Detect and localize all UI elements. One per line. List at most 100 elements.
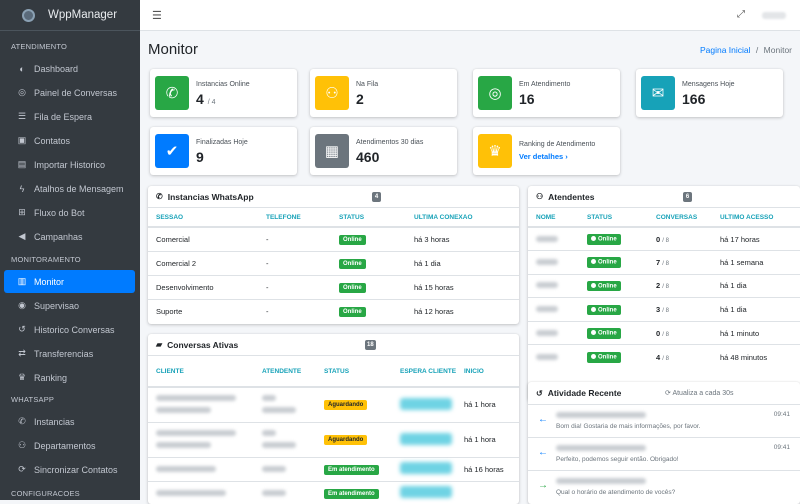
stat-number: 4 xyxy=(196,91,204,107)
agents-count-badge: 6 xyxy=(683,192,692,202)
active-conversations-title: Conversas Ativas xyxy=(167,339,239,350)
incoming-arrow-icon: ← xyxy=(538,414,548,425)
chevron-right-icon: › xyxy=(565,152,568,161)
sidebar-item-instancias[interactable]: ✆ Instancias xyxy=(4,410,135,433)
page-title: Monitor xyxy=(148,41,199,58)
status-badge: Aguardando xyxy=(324,400,368,411)
stat-na-fila: ⚇ Na Fila 2 xyxy=(310,69,457,117)
phone: - xyxy=(266,250,339,275)
conversation-max: / 8 xyxy=(662,260,669,267)
brand-logo-icon xyxy=(22,8,35,22)
table-row: Online 0 / 8 há 17 horas xyxy=(528,226,800,251)
redacted-client-sub xyxy=(156,407,211,414)
status-cell: Online xyxy=(339,274,414,299)
online-dot-icon xyxy=(591,306,596,312)
breadcrumb-home-link[interactable]: Pagina Inicial xyxy=(700,45,751,55)
sidebar-item-campanhas[interactable]: ◀ Campanhas xyxy=(4,225,135,248)
stat-em-atendimento: ◎ Em Atendimento 16 xyxy=(473,69,620,117)
recent-activity-title: Atividade Recente xyxy=(547,388,622,398)
status-cell: Online xyxy=(339,298,414,323)
ver-detalhes-link[interactable]: Ver detalhes › xyxy=(519,152,568,161)
whatsapp-icon: ✆ xyxy=(18,416,26,426)
sidebar-item-monitor[interactable]: ▥ Monitor xyxy=(4,270,135,293)
sidebar-item-fluxo-do-bot[interactable]: ⊞ Fluxo do Bot xyxy=(4,201,135,224)
redacted-name xyxy=(536,306,558,313)
column-header: CONVERSAS xyxy=(656,208,720,228)
status-cell: Online xyxy=(339,226,414,251)
fullscreen-icon[interactable]: ⤢ xyxy=(737,9,745,20)
sidebar-item-contatos[interactable]: ▣ Contatos xyxy=(4,129,135,152)
activity-item[interactable]: ← 09:41 Bom dia! Gostaria de mais inform… xyxy=(528,404,800,437)
stat-instancias-online: ✆ Instancias Online 4 / 4 xyxy=(150,69,297,117)
sidebar-item-importar-historico[interactable]: ▤ Importar Historico xyxy=(4,153,135,176)
sidebar-item-transferencias[interactable]: ⇄ Transferencias xyxy=(4,342,135,365)
redacted-agent-sub xyxy=(262,407,296,414)
stat-label: Instancias Online xyxy=(196,81,250,88)
status-label: Online xyxy=(598,283,617,290)
column-header: NOME xyxy=(528,208,587,228)
envelope-icon: ✉ xyxy=(641,76,675,110)
sidebar-item-historico-conversas[interactable]: ↺ Historico Conversas xyxy=(4,318,135,341)
list-icon: ☰ xyxy=(17,111,27,121)
check-circle-icon: ✔ xyxy=(155,134,189,168)
wait-cell xyxy=(400,480,464,504)
user-menu[interactable] xyxy=(762,12,786,19)
active-conversations-table: CLIENTE ATENDENTE STATUS ESPERA CLIENTE … xyxy=(148,356,519,504)
sidebar-item-painel-de-conversas[interactable]: ◎ Painel de Conversas xyxy=(4,81,135,104)
conversations-cell: 7 / 8 xyxy=(656,250,720,275)
sidebar-item-departamentos[interactable]: ⚇ Departamentos xyxy=(4,434,135,457)
agent-cell xyxy=(262,456,324,481)
menu-toggle-icon[interactable]: ☰ xyxy=(152,9,162,22)
redacted-wait xyxy=(400,486,452,499)
stat-label: Mensagens Hoje xyxy=(682,81,735,88)
sitemap-icon: ⊞ xyxy=(18,207,26,217)
activity-item[interactable]: ← 09:41 Perfeito, podemos seguir então. … xyxy=(528,437,800,470)
online-dot-icon xyxy=(591,282,596,288)
active-conversations-card: ▰ Conversas Ativas 18 CLIENTE ATENDENTE … xyxy=(148,334,519,504)
status-badge: Online xyxy=(339,234,366,245)
status-badge: Online xyxy=(339,258,366,269)
sidebar-item-fila-de-espera[interactable]: ☰ Fila de Espera xyxy=(4,105,135,128)
conversation-count: 2 xyxy=(656,281,661,291)
sidebar-section-monitoramento: MONITORAMENTO xyxy=(11,255,81,264)
agent-name xyxy=(528,273,587,298)
stat-atendimentos-30-dias: ▦ Atendimentos 30 dias 460 xyxy=(310,127,457,175)
stat-mensagens-hoje: ✉ Mensagens Hoje 166 xyxy=(636,69,783,117)
conversations-cell: 0 / 8 xyxy=(656,226,720,251)
bolt-icon: ϟ xyxy=(19,183,25,194)
conversations-cell: 4 / 8 xyxy=(656,344,720,369)
sidebar-item-sincronizar-contatos[interactable]: ⟳ Sincronizar Contatos xyxy=(4,458,135,481)
activity-item[interactable]: → Qual o horário de atendimento de vocês… xyxy=(528,470,800,503)
agent-name xyxy=(528,297,587,322)
conversation-max: / 8 xyxy=(662,331,669,338)
brand-link[interactable]: WppManager xyxy=(0,0,140,31)
activity-message: Perfeito, podemos seguir então. Obrigado… xyxy=(556,456,679,463)
sidebar-item-label: Dashboard xyxy=(34,63,79,74)
sidebar-item-ranking[interactable]: ♛ Ranking xyxy=(4,366,135,389)
sidebar-section-configuracoes: CONFIGURACOES xyxy=(11,489,80,498)
conversation-max: / 8 xyxy=(662,284,669,291)
activity-message: Bom dia! Gostaria de mais informações, p… xyxy=(556,423,701,430)
redacted-client xyxy=(156,395,236,402)
brand-name: WppManager xyxy=(48,9,118,21)
status-badge: Online xyxy=(587,304,621,316)
wait-cell xyxy=(400,421,464,457)
sidebar-item-dashboard[interactable]: ◐ Dashboard xyxy=(4,57,135,80)
start-time xyxy=(464,480,519,504)
redacted-agent xyxy=(262,430,276,436)
breadcrumb: Pagina Inicial / Monitor xyxy=(700,45,792,55)
agent-name xyxy=(528,344,587,369)
conversations-cell: 0 / 8 xyxy=(656,320,720,345)
instances-title: Instancias WhatsApp xyxy=(167,191,254,202)
redacted-client xyxy=(156,465,216,472)
status-label: Online xyxy=(598,307,617,314)
sidebar-item-label: Transferencias xyxy=(34,348,94,359)
column-header: ATENDENTE xyxy=(262,356,324,388)
sidebar-item-atalhos-de-mensagem[interactable]: ϟ Atalhos de Mensagem xyxy=(4,177,135,200)
status-cell: Online xyxy=(587,297,656,322)
stat-value: 2 xyxy=(356,91,364,107)
sidebar-item-supervisao[interactable]: ◉ Supervisao xyxy=(4,294,135,317)
sidebar-item-label: Contatos xyxy=(34,135,71,146)
history-icon: ↺ xyxy=(18,324,26,334)
agents-card: ⚇ Atendentes 6 NOME STATUS CONVERSAS ULT… xyxy=(528,186,800,401)
